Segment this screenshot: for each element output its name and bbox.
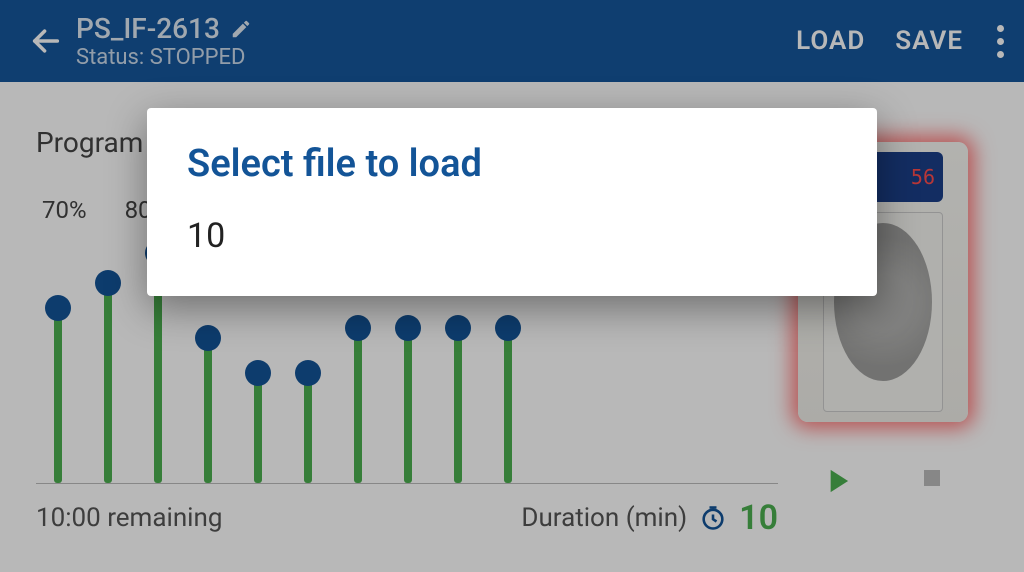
dialog-file-item[interactable]: 10 xyxy=(187,216,837,256)
dialog-title: Select file to load xyxy=(187,142,837,186)
modal-overlay[interactable]: Select file to load 10 xyxy=(0,0,1024,572)
load-file-dialog: Select file to load 10 xyxy=(147,108,877,296)
